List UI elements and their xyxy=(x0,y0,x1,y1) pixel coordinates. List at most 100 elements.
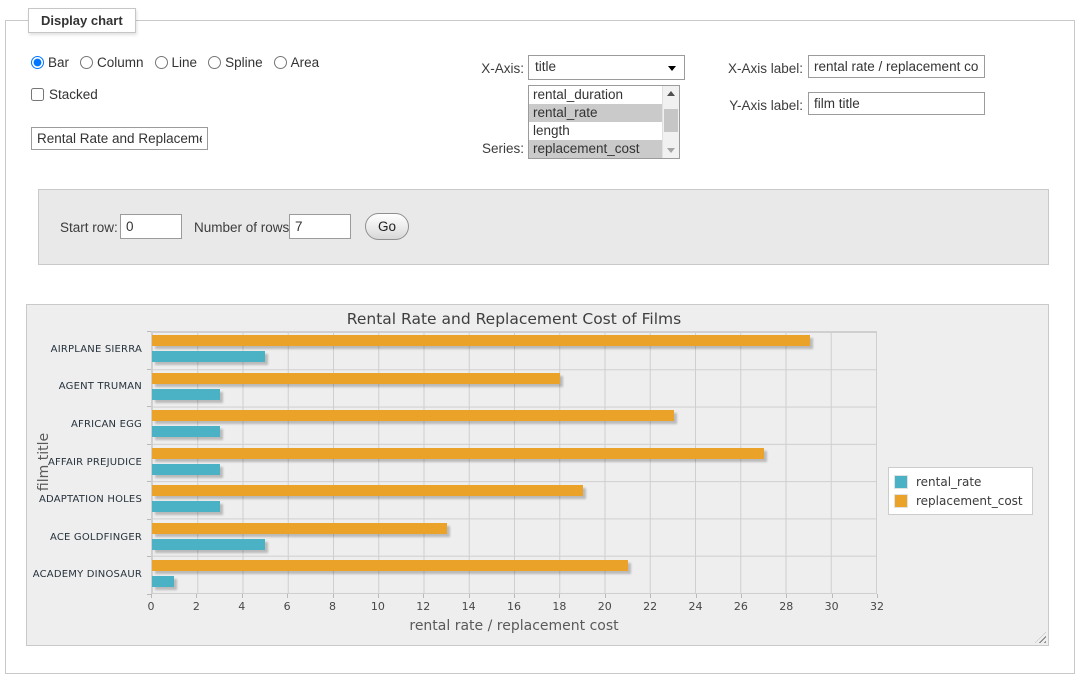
rental_rate-bar xyxy=(152,389,220,400)
radio-icon[interactable] xyxy=(31,56,44,69)
y-tick-mark xyxy=(147,556,151,557)
x-tick-mark xyxy=(287,594,288,598)
x-tick-mark xyxy=(242,594,243,598)
y-tick-mark xyxy=(147,406,151,407)
y-tick-mark xyxy=(147,331,151,332)
chart-type-radio-group: Bar Column Line Spline Area xyxy=(31,55,330,72)
chart-type-radio-label: Line xyxy=(172,55,198,70)
scroll-down-icon[interactable] xyxy=(663,143,679,158)
stacked-checkbox-row[interactable]: Stacked xyxy=(31,87,98,102)
start-row-label: Start row: xyxy=(60,220,118,235)
y-tick-mark xyxy=(147,481,151,482)
resize-handle-icon[interactable] xyxy=(1035,632,1046,643)
category-label: AGENT TRUMAN xyxy=(27,381,142,393)
x-tick-mark xyxy=(469,594,470,598)
x-tick-label: 22 xyxy=(643,600,657,613)
legend-swatch-icon xyxy=(894,494,908,508)
x-tick-label: 10 xyxy=(371,600,385,613)
x-axis-title: rental rate / replacement cost xyxy=(151,618,877,634)
radio-icon[interactable] xyxy=(155,56,168,69)
x-tick-label: 8 xyxy=(329,600,336,613)
x-tick-mark xyxy=(333,594,334,598)
x-tick-mark xyxy=(786,594,787,598)
series-listbox[interactable]: rental_durationrental_ratelengthreplacem… xyxy=(528,85,680,159)
legend-label: rental_rate xyxy=(916,475,981,489)
x-axis-label-input[interactable] xyxy=(808,55,985,78)
legend-item: rental_rate xyxy=(894,472,1023,491)
display-chart-fieldset: Display chart BarColumnLineSplineArea St… xyxy=(5,20,1075,674)
x-tick-label: 24 xyxy=(689,600,703,613)
chart-type-radio-area[interactable]: Area xyxy=(274,55,320,70)
x-axis-label-caption: X-Axis label: xyxy=(646,61,803,76)
replacement_cost-bar xyxy=(152,448,764,459)
chart-type-radio-spline[interactable]: Spline xyxy=(208,55,263,70)
number-of-rows-input[interactable] xyxy=(289,214,351,239)
category-label: AFRICAN EGG xyxy=(27,419,142,431)
x-tick-mark xyxy=(832,594,833,598)
x-tick-label: 20 xyxy=(598,600,612,613)
radio-icon[interactable] xyxy=(208,56,221,69)
replacement_cost-bar xyxy=(152,485,583,496)
y-tick-mark xyxy=(147,519,151,520)
x-tick-label: 30 xyxy=(825,600,839,613)
chart-type-radio-label: Bar xyxy=(48,55,69,70)
replacement_cost-bar xyxy=(152,335,810,346)
x-axis-selected-value: title xyxy=(535,59,556,74)
category-label: ACADEMY DINOSAUR xyxy=(27,569,142,581)
x-tick-label: 4 xyxy=(238,600,245,613)
chart-type-radio-label: Spline xyxy=(225,55,263,70)
x-tick-mark xyxy=(196,594,197,598)
radio-icon[interactable] xyxy=(80,56,93,69)
rental_rate-bar xyxy=(152,426,220,437)
x-tick-mark xyxy=(423,594,424,598)
listbox-scrollbar[interactable] xyxy=(662,86,679,158)
chart-panel: Rental Rate and Replacement Cost of Film… xyxy=(26,304,1049,646)
x-tick-label: 2 xyxy=(193,600,200,613)
series-option[interactable]: replacement_cost xyxy=(529,140,679,158)
y-tick-mark xyxy=(147,369,151,370)
fieldset-legend: Display chart xyxy=(28,8,136,33)
go-button[interactable]: Go xyxy=(365,213,409,240)
start-row-input[interactable] xyxy=(120,214,182,239)
chart-type-radio-label: Column xyxy=(97,55,144,70)
rental_rate-bar xyxy=(152,501,220,512)
legend-swatch-icon xyxy=(894,475,908,489)
y-axis-title: film title xyxy=(36,433,52,491)
x-tick-label: 6 xyxy=(284,600,291,613)
chart-type-radio-bar[interactable]: Bar xyxy=(31,55,69,70)
x-tick-mark xyxy=(741,594,742,598)
rental_rate-bar xyxy=(152,351,265,362)
radio-icon[interactable] xyxy=(274,56,287,69)
y-axis-label-input[interactable] xyxy=(808,92,985,115)
chart-type-radio-label: Area xyxy=(291,55,320,70)
rental_rate-bar xyxy=(152,576,174,587)
replacement_cost-bar xyxy=(152,560,628,571)
category-label: ADAPTATION HOLES xyxy=(27,494,142,506)
x-tick-label: 26 xyxy=(734,600,748,613)
x-tick-label: 14 xyxy=(462,600,476,613)
replacement_cost-bar xyxy=(152,410,674,421)
chart-type-radio-line[interactable]: Line xyxy=(155,55,198,70)
x-tick-mark xyxy=(650,594,651,598)
rental_rate-bar xyxy=(152,464,220,475)
chart-type-radio-column[interactable]: Column xyxy=(80,55,144,70)
row-controls-panel: Start row: Number of rows: Go xyxy=(38,189,1049,265)
x-tick-mark xyxy=(514,594,515,598)
series-option[interactable]: length xyxy=(529,122,679,140)
category-label: ACE GOLDFINGER xyxy=(27,532,142,544)
legend-label: replacement_cost xyxy=(916,494,1023,508)
chart-title-input[interactable] xyxy=(31,127,208,150)
plot-grid xyxy=(151,331,877,594)
rental_rate-bar xyxy=(152,539,265,550)
x-tick-label: 18 xyxy=(552,600,566,613)
x-tick-label: 12 xyxy=(416,600,430,613)
stacked-checkbox[interactable] xyxy=(31,88,44,101)
x-tick-label: 0 xyxy=(148,600,155,613)
y-axis-label-caption: Y-Axis label: xyxy=(646,98,803,113)
x-tick-label: 16 xyxy=(507,600,521,613)
replacement_cost-bar xyxy=(152,523,447,534)
y-tick-mark xyxy=(147,444,151,445)
x-tick-mark xyxy=(696,594,697,598)
legend-item: replacement_cost xyxy=(894,491,1023,510)
x-tick-mark xyxy=(378,594,379,598)
